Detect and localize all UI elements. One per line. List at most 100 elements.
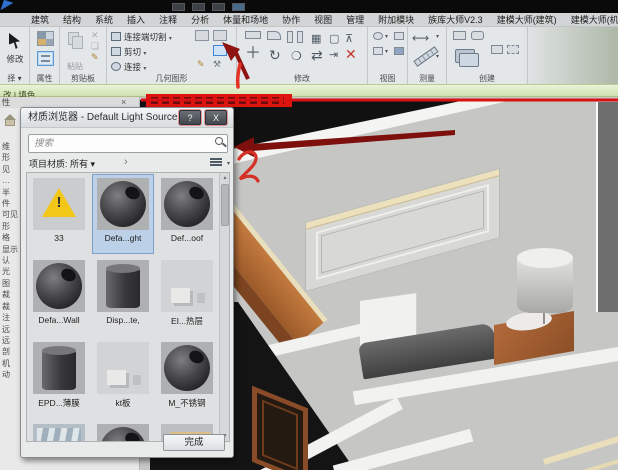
view-dropdown-icon[interactable]: ▾: [385, 33, 388, 40]
mirror-icon[interactable]: ⇄: [311, 48, 323, 62]
list-scrollbar[interactable]: ▲ ▼: [219, 173, 229, 441]
paint-tool-icon[interactable]: [213, 45, 227, 56]
create-assembly-icon[interactable]: [491, 45, 503, 54]
override-icon[interactable]: [373, 47, 383, 55]
search-icon: [215, 137, 223, 145]
paste-label: 粘贴: [67, 62, 83, 71]
array-icon[interactable]: ▦: [311, 32, 321, 46]
panel-create: 创建: [447, 27, 528, 84]
material-cell[interactable]: Defa...Wall: [29, 257, 89, 335]
create-parts-icon[interactable]: [459, 53, 479, 67]
tab-modeling-master-mep[interactable]: 建模大师(机电): [564, 13, 618, 26]
hide-icon[interactable]: [394, 32, 404, 40]
delete-element-icon[interactable]: ✕: [345, 47, 357, 61]
panel-label-geometry[interactable]: 几何图形: [107, 73, 236, 84]
quick-access-icon[interactable]: [232, 3, 245, 11]
material-cell[interactable]: Disp...te,: [93, 257, 153, 335]
material-thumb: [161, 342, 213, 394]
cut-button[interactable]: 剪切 ▾: [111, 46, 146, 59]
quick-access-icon[interactable]: [212, 3, 225, 11]
tab-annotate[interactable]: 注释: [152, 13, 184, 26]
dialog-title[interactable]: 材质浏览器 - Default Light Source: [21, 108, 233, 128]
list-view-dropdown-icon[interactable]: ▾: [227, 160, 230, 167]
measure-dropdown-icon[interactable]: ▾: [436, 53, 439, 60]
unhide-icon[interactable]: [394, 47, 404, 55]
panel-label-modify[interactable]: 修改: [237, 73, 367, 84]
view-dropdown-icon[interactable]: ▾: [385, 48, 388, 55]
beam-system-icon[interactable]: [213, 30, 227, 41]
tab-family-master[interactable]: 族库大师V2.3: [421, 13, 490, 26]
align-icon[interactable]: ⇥: [329, 48, 338, 62]
tab-insert[interactable]: 插入: [120, 13, 152, 26]
material-cell[interactable]: EI...热层: [157, 257, 217, 335]
search-input[interactable]: [28, 134, 228, 153]
demolish-icon[interactable]: ⚒: [213, 60, 221, 69]
split-icon[interactable]: [287, 31, 293, 43]
tab-architecture[interactable]: 建筑: [24, 13, 56, 26]
wall-top-edge: [332, 428, 474, 470]
create-similar-icon[interactable]: [507, 45, 519, 54]
copy-icon[interactable]: ❏: [91, 42, 99, 51]
wall-join-icon[interactable]: [245, 31, 261, 39]
list-view-icon[interactable]: ▾: [210, 158, 230, 168]
split-face-icon[interactable]: ✎: [197, 60, 205, 69]
measure-dropdown-icon[interactable]: ▾: [436, 33, 439, 40]
match-type-icon[interactable]: ✎: [91, 53, 99, 62]
cope-button[interactable]: 连接端切割 ▾: [111, 31, 172, 44]
move-icon[interactable]: ＋: [245, 46, 261, 62]
measure-icon[interactable]: [413, 46, 439, 67]
aligned-dimension-icon[interactable]: ⟷: [412, 31, 429, 45]
tab-collaborate[interactable]: 协作: [275, 13, 307, 26]
panel-label-clipboard[interactable]: 剪贴板: [60, 73, 106, 84]
tab-manage[interactable]: 管理: [339, 13, 371, 26]
group-icon[interactable]: [471, 31, 484, 40]
type-properties-icon[interactable]: [37, 31, 54, 46]
tab-view[interactable]: 视图: [307, 13, 339, 26]
modify-cursor-icon[interactable]: [9, 33, 21, 49]
material-cell[interactable]: [93, 421, 153, 441]
material-thumb: [33, 260, 85, 312]
paint-dropdown-icon[interactable]: ▾: [229, 47, 232, 54]
quick-access-icon[interactable]: [172, 3, 185, 11]
panel-label-properties[interactable]: 属性: [30, 73, 59, 84]
scale-icon[interactable]: ▢: [329, 32, 339, 46]
split-gap-icon[interactable]: [297, 31, 303, 43]
tab-systems[interactable]: 系统: [88, 13, 120, 26]
pin-icon[interactable]: ⊼: [345, 32, 353, 46]
panel-label-select[interactable]: 择 ▾: [0, 73, 29, 84]
panel-label-view[interactable]: 视图: [368, 73, 407, 84]
tab-addins[interactable]: 附加模块: [371, 13, 421, 26]
tab-modeling-master-arch[interactable]: 建模大师(建筑): [490, 13, 564, 26]
tab-structure[interactable]: 结构: [56, 13, 88, 26]
copy-move-icon[interactable]: ❍: [291, 49, 302, 63]
material-cell[interactable]: Def...oof: [157, 175, 217, 253]
rotate-icon[interactable]: ↻: [269, 48, 281, 62]
lightbulb-icon[interactable]: [373, 32, 383, 40]
paste-icon[interactable]: [72, 36, 83, 49]
tab-analyze[interactable]: 分析: [184, 13, 216, 26]
delete-icon[interactable]: ✕: [91, 31, 99, 40]
close-button[interactable]: X: [205, 110, 227, 125]
legend-component-icon[interactable]: [453, 31, 466, 40]
wall-sweep-icon[interactable]: [195, 30, 209, 41]
properties-palette-icon[interactable]: [37, 51, 54, 66]
help-button[interactable]: ?: [179, 110, 201, 125]
tab-massing-site[interactable]: 体量和场地: [216, 13, 275, 26]
ribbon-tab-bar: 建筑 结构 系统 插入 注释 分析 体量和场地 协作 视图 管理 附加模块 族库…: [0, 13, 618, 27]
palette-close-icon[interactable]: ×: [121, 97, 126, 107]
scroll-up-icon[interactable]: ▲: [220, 173, 229, 183]
material-cell[interactable]: [29, 421, 89, 441]
material-cell-selected[interactable]: Defa...ght: [92, 174, 154, 254]
material-cell[interactable]: M_不锈钢: [157, 339, 217, 417]
panel-label-create[interactable]: 创建: [447, 73, 527, 84]
done-button[interactable]: 完成: [163, 434, 225, 451]
material-cell[interactable]: EPD...薄膜: [29, 339, 89, 417]
scrollbar-thumb[interactable]: [221, 184, 229, 226]
quick-access-icon[interactable]: [192, 3, 205, 11]
trim-icon[interactable]: [267, 31, 281, 40]
material-cell[interactable]: 33: [29, 175, 89, 253]
panel-label-measure[interactable]: 测量: [408, 73, 446, 84]
material-thumb: [97, 260, 149, 312]
material-cell[interactable]: kt板: [93, 339, 153, 417]
project-materials-filter[interactable]: 项目材质: 所有 ▾: [29, 157, 95, 170]
